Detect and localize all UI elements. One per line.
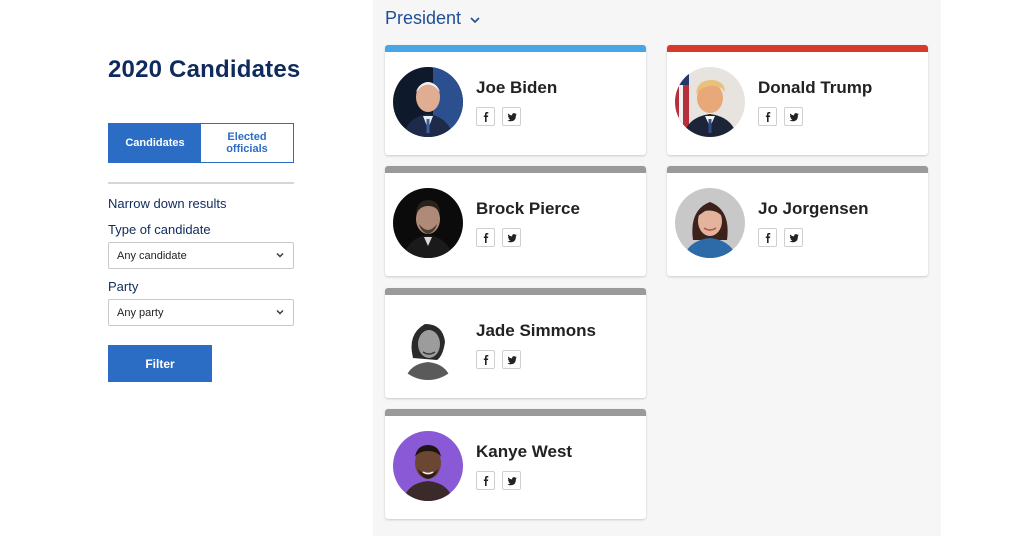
party-color-bar	[385, 166, 646, 173]
candidate-name: Joe Biden	[476, 78, 558, 97]
party-color-bar	[385, 288, 646, 295]
candidate-name: Jade Simmons	[476, 321, 596, 340]
social-links	[758, 107, 803, 126]
party-color-bar	[385, 409, 646, 416]
facebook-link[interactable]	[476, 107, 495, 126]
facebook-icon	[765, 111, 770, 122]
social-links	[476, 350, 521, 369]
twitter-link[interactable]	[502, 471, 521, 490]
facebook-icon	[483, 111, 488, 122]
candidate-card[interactable]: Brock Pierce	[385, 166, 646, 276]
twitter-icon	[506, 476, 517, 485]
page: 2020 Candidates Candidates Elected offic…	[0, 0, 1024, 536]
candidate-card[interactable]: Jade Simmons	[385, 288, 646, 398]
tab-elected-line1: Elected	[227, 131, 267, 143]
facebook-icon	[483, 475, 488, 486]
facebook-icon	[483, 232, 488, 243]
party-select[interactable]: Any party	[108, 299, 294, 326]
tab-elected-officials[interactable]: Elected officials	[201, 124, 293, 162]
candidate-photo	[393, 188, 463, 258]
twitter-link[interactable]	[502, 350, 521, 369]
twitter-icon	[788, 112, 799, 121]
twitter-link[interactable]	[784, 107, 803, 126]
chevron-down-icon	[276, 253, 284, 258]
office-dropdown[interactable]: President	[385, 8, 481, 29]
candidate-photo	[393, 310, 463, 380]
twitter-icon	[506, 355, 517, 364]
facebook-icon	[765, 232, 770, 243]
facebook-link[interactable]	[758, 107, 777, 126]
narrow-results-heading: Narrow down results	[108, 196, 227, 211]
party-color-bar	[385, 45, 646, 52]
candidate-photo	[393, 431, 463, 501]
chevron-down-icon	[470, 16, 480, 23]
candidate-type-label: Type of candidate	[108, 222, 211, 237]
candidate-card[interactable]: Joe Biden	[385, 45, 646, 155]
facebook-link[interactable]	[758, 228, 777, 247]
page-title: 2020 Candidates	[108, 56, 301, 83]
filter-button[interactable]: Filter	[108, 345, 212, 382]
candidate-card[interactable]: Jo Jorgensen	[667, 166, 928, 276]
party-color-bar	[667, 166, 928, 173]
candidate-name: Donald Trump	[758, 78, 873, 97]
candidate-type-select[interactable]: Any candidate	[108, 242, 294, 269]
office-label: President	[385, 8, 462, 28]
twitter-icon	[788, 233, 799, 242]
candidate-name: Jo Jorgensen	[758, 199, 869, 218]
facebook-link[interactable]	[476, 350, 495, 369]
tab-elected-officials-label: Elected officials	[226, 131, 268, 155]
candidate-card[interactable]: Kanye West	[385, 409, 646, 519]
candidate-name: Kanye West	[476, 442, 573, 461]
divider	[108, 182, 294, 184]
social-links	[758, 228, 803, 247]
candidate-type-value: Any candidate	[117, 249, 187, 262]
candidate-photo	[393, 67, 463, 137]
party-label: Party	[108, 279, 139, 294]
social-links	[476, 228, 521, 247]
party-value: Any party	[117, 306, 164, 319]
twitter-link[interactable]	[784, 228, 803, 247]
facebook-link[interactable]	[476, 471, 495, 490]
candidate-photo	[675, 67, 745, 137]
view-toggle: Candidates Elected officials	[108, 123, 294, 163]
candidate-name: Brock Pierce	[476, 199, 580, 218]
tab-candidates-label: Candidates	[125, 137, 185, 149]
social-links	[476, 471, 521, 490]
candidate-photo	[675, 188, 745, 258]
facebook-link[interactable]	[476, 228, 495, 247]
party-color-bar	[667, 45, 928, 52]
candidate-list-panel: President Joe Biden Donald Trump Brock P…	[373, 0, 941, 536]
tab-candidates[interactable]: Candidates	[109, 124, 201, 162]
chevron-down-icon	[276, 310, 284, 315]
tab-elected-line2: officials	[226, 143, 268, 155]
social-links	[476, 107, 521, 126]
facebook-icon	[483, 354, 488, 365]
twitter-icon	[506, 233, 517, 242]
twitter-link[interactable]	[502, 228, 521, 247]
twitter-link[interactable]	[502, 107, 521, 126]
twitter-icon	[506, 112, 517, 121]
candidate-card[interactable]: Donald Trump	[667, 45, 928, 155]
